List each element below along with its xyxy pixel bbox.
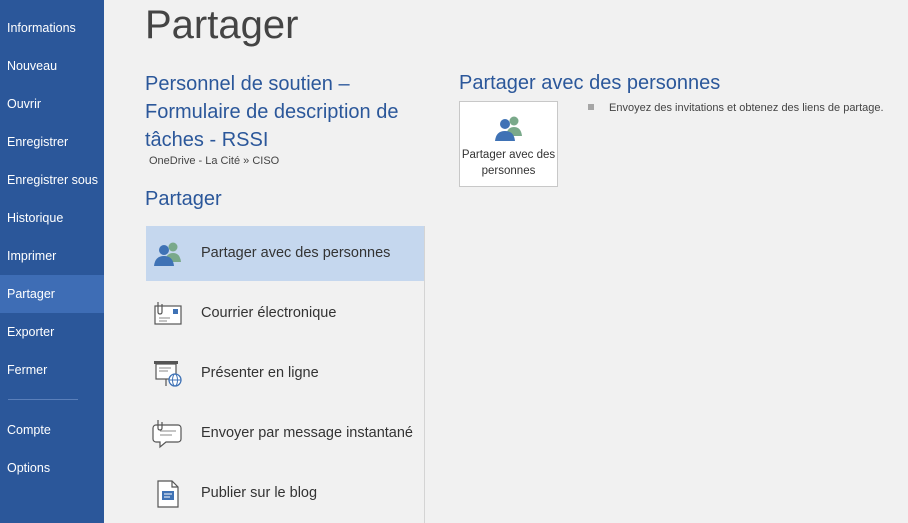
nav-partager[interactable]: Partager	[0, 275, 104, 313]
people-icon	[154, 242, 181, 266]
nav-ouvrir[interactable]: Ouvrir	[0, 85, 104, 123]
page-title: Partager	[145, 3, 299, 47]
option-email[interactable]: Courrier électronique	[146, 286, 424, 341]
detail-description: Envoyez des invitations et obtenez des l…	[609, 102, 884, 114]
option-present-online[interactable]: Présenter en ligne	[146, 346, 424, 401]
bullet-marker	[588, 104, 594, 110]
nav-nouveau[interactable]: Nouveau	[0, 47, 104, 85]
nav-historique[interactable]: Historique	[0, 199, 104, 237]
nav-enregistrer[interactable]: Enregistrer	[0, 123, 104, 161]
nav-imprimer[interactable]: Imprimer	[0, 237, 104, 275]
blog-icon	[157, 480, 179, 508]
instant-message-icon	[152, 420, 182, 449]
nav-enregistrer-sous[interactable]: Enregistrer sous	[0, 161, 104, 199]
detail-title: Partager avec des personnes	[459, 72, 721, 94]
document-path[interactable]: OneDrive - La Cité » CISO	[149, 155, 279, 167]
option-label: Présenter en ligne	[201, 365, 319, 381]
present-online-icon	[154, 361, 182, 387]
option-label: Publier sur le blog	[201, 485, 318, 501]
share-with-people-button[interactable]: Partager avec des personnes	[459, 101, 558, 187]
share-section-title: Partager	[145, 188, 222, 210]
option-label: Envoyer par message instantané	[201, 425, 413, 441]
document-title: Personnel de soutien – Formulaire de des…	[145, 73, 399, 151]
option-instant-message[interactable]: Envoyer par message instantané	[146, 406, 424, 461]
nav-options[interactable]: Options	[0, 449, 104, 487]
option-share-with-people[interactable]: Partager avec des personnes	[146, 226, 424, 281]
email-icon	[154, 302, 182, 325]
nav-fermer[interactable]: Fermer	[0, 351, 104, 389]
nav-divider	[8, 399, 78, 400]
nav-informations[interactable]: Informations	[0, 9, 104, 47]
nav-exporter[interactable]: Exporter	[0, 313, 104, 351]
backstage-sidebar: Informations Nouveau Ouvrir Enregistrer …	[0, 0, 104, 523]
option-label: Partager avec des personnes	[201, 245, 391, 261]
option-blog[interactable]: Publier sur le blog	[146, 466, 424, 521]
share-options-list: Partager avec des personnes Courrier éle…	[146, 226, 425, 523]
nav-compte[interactable]: Compte	[0, 411, 104, 449]
share-button-label: Partager avec des personnes	[461, 149, 556, 177]
people-icon	[495, 116, 522, 141]
option-label: Courrier électronique	[201, 305, 337, 321]
